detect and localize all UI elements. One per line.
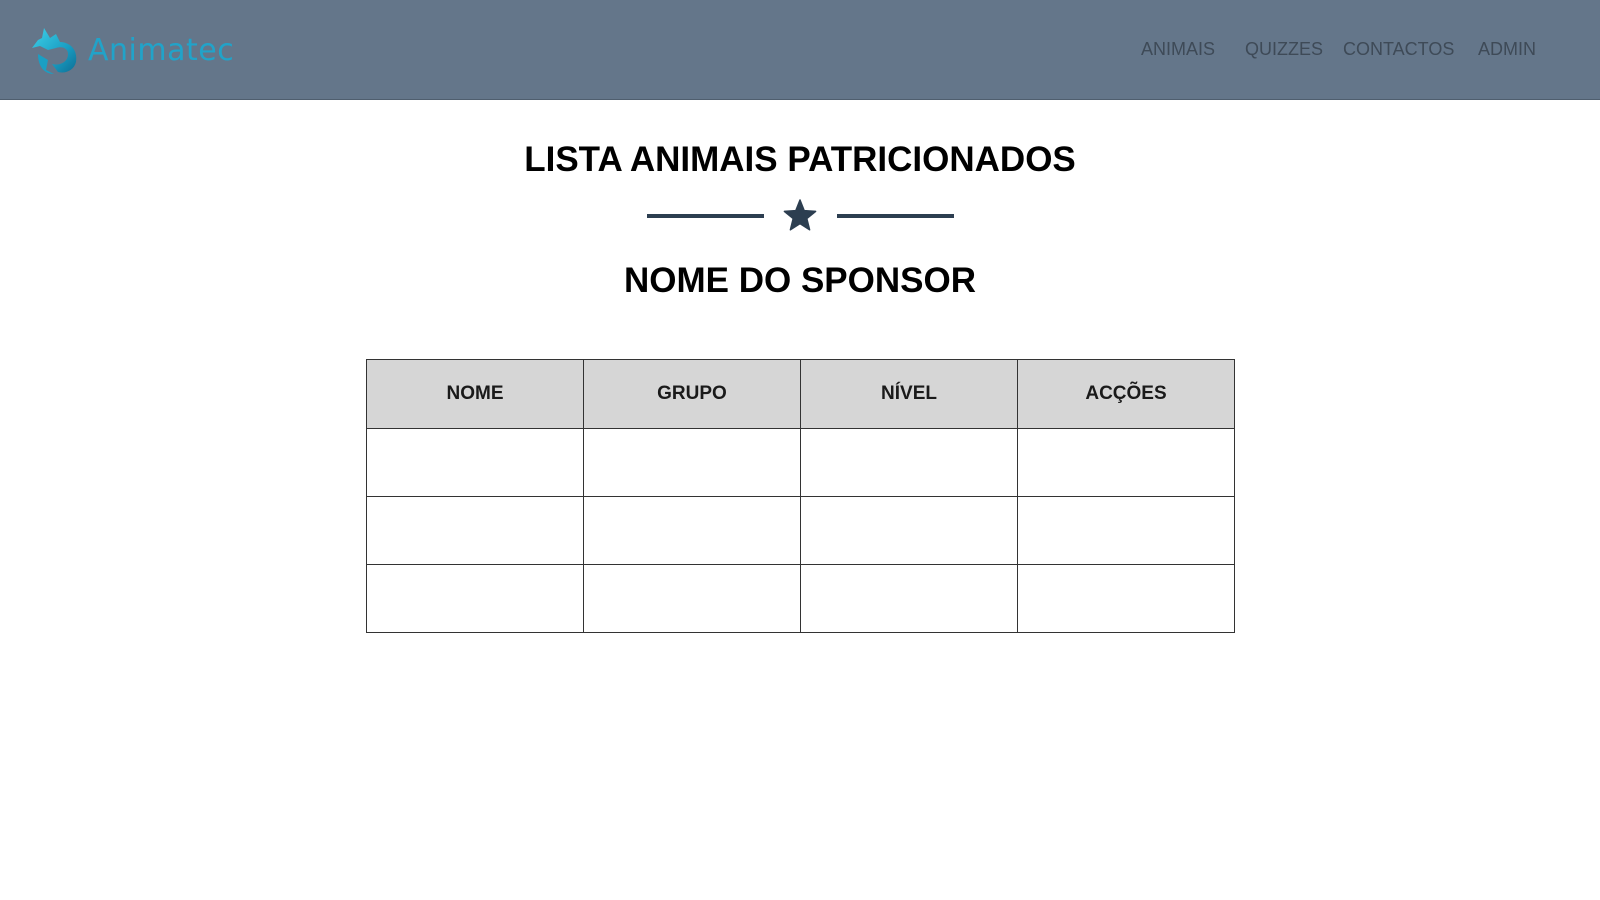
column-header-accoes: ACÇÕES bbox=[1017, 359, 1235, 429]
title-divider bbox=[0, 198, 1600, 234]
sponsored-animals-table-container: NOME GRUPO NÍVEL ACÇÕES bbox=[366, 359, 1235, 633]
top-navbar: Animatec ANIMAIS QUIZZES CONTACTOS ADMIN bbox=[0, 0, 1600, 100]
table-cell bbox=[1017, 496, 1235, 565]
nav-link-contactos[interactable]: CONTACTOS bbox=[1343, 38, 1454, 60]
divider-line-left bbox=[647, 214, 764, 218]
star-icon bbox=[783, 199, 817, 231]
table-cell bbox=[800, 428, 1018, 497]
table-cell bbox=[1017, 428, 1235, 497]
table-row bbox=[366, 496, 1235, 565]
nav-link-quizzes[interactable]: QUIZZES bbox=[1245, 38, 1323, 60]
page-title: LISTA ANIMAIS PATRICIONADOS bbox=[524, 140, 1076, 179]
column-header-nivel: NÍVEL bbox=[800, 359, 1018, 429]
table-cell bbox=[800, 564, 1018, 633]
table-cell bbox=[366, 428, 584, 497]
table-header-row: NOME GRUPO NÍVEL ACÇÕES bbox=[366, 359, 1235, 429]
table-cell bbox=[366, 564, 584, 633]
nav-link-admin[interactable]: ADMIN bbox=[1478, 38, 1536, 60]
divider-line-right bbox=[837, 214, 954, 218]
nav-link-animais[interactable]: ANIMAIS bbox=[1141, 38, 1215, 60]
table-cell bbox=[800, 496, 1018, 565]
table-cell bbox=[366, 496, 584, 565]
sponsored-animals-table: NOME GRUPO NÍVEL ACÇÕES bbox=[366, 359, 1235, 633]
column-header-grupo: GRUPO bbox=[583, 359, 801, 429]
main-nav: ANIMAIS QUIZZES CONTACTOS ADMIN bbox=[0, 38, 1600, 60]
table-cell bbox=[1017, 564, 1235, 633]
table-row bbox=[366, 428, 1235, 497]
table-cell bbox=[583, 428, 801, 497]
table-row bbox=[366, 564, 1235, 633]
table-cell bbox=[583, 564, 801, 633]
sponsor-name: NOME DO SPONSOR bbox=[624, 261, 976, 300]
column-header-nome: NOME bbox=[366, 359, 584, 429]
table-cell bbox=[583, 496, 801, 565]
